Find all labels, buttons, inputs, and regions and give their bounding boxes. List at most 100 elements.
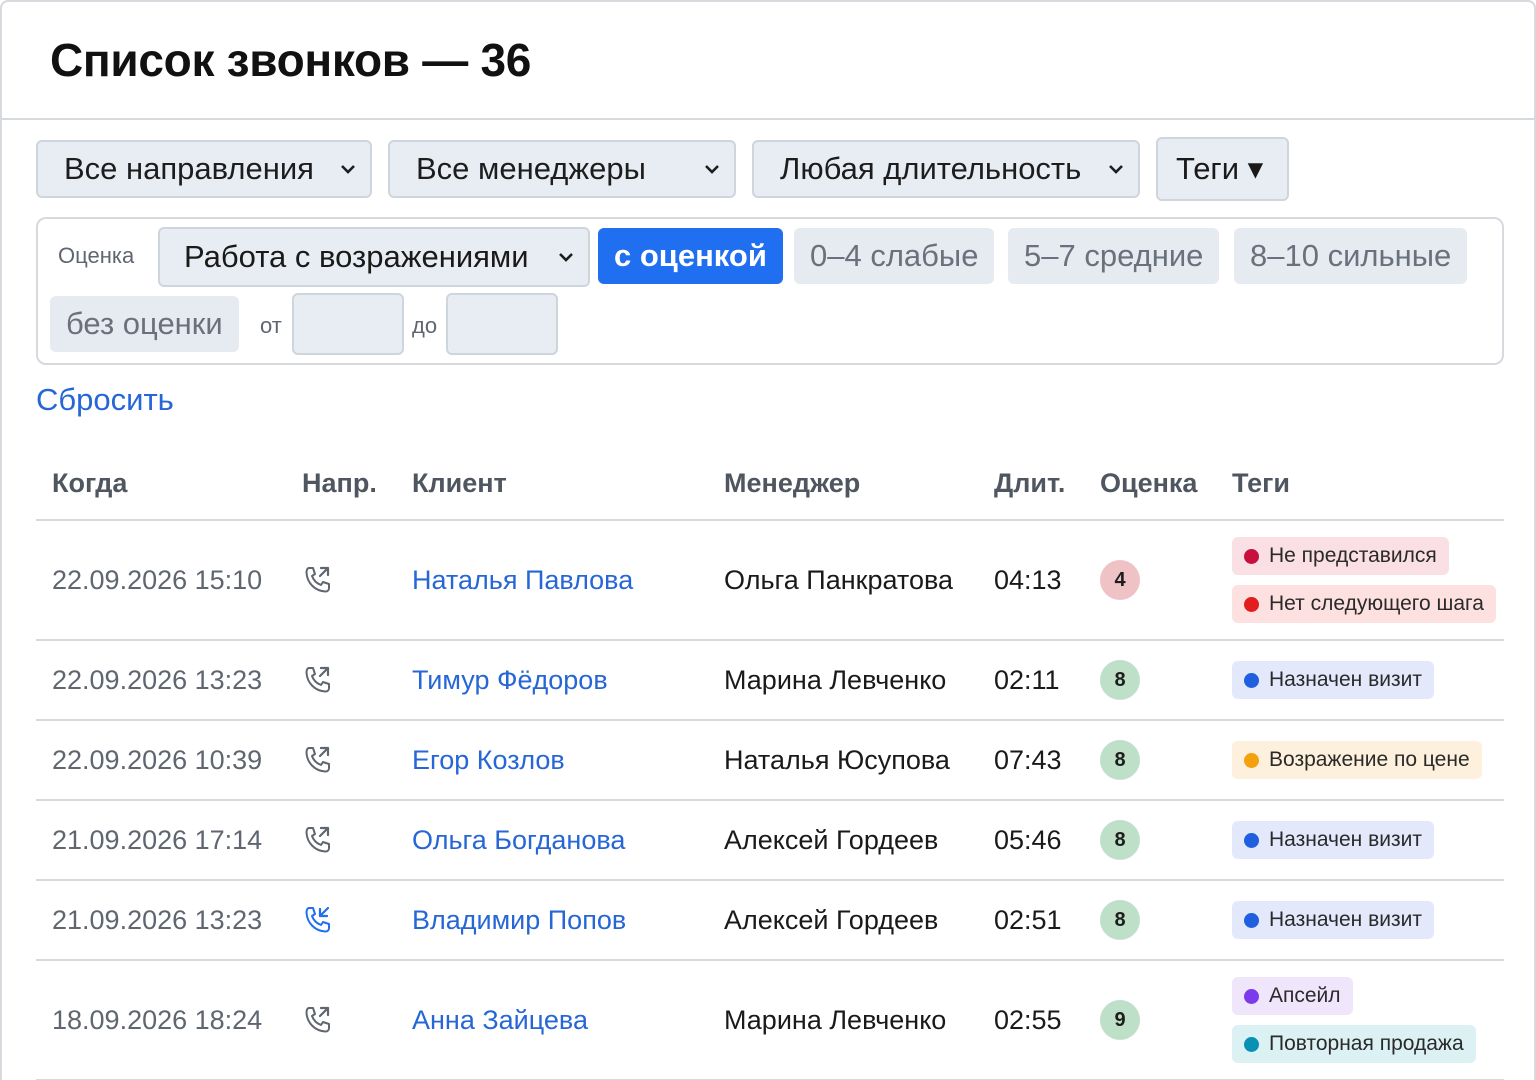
chip-with-score[interactable]: с оценкой [598, 228, 783, 284]
table-row[interactable]: 18.09.2026 18:24 Анна Зайцева Марина Левче… [36, 960, 1504, 1080]
range-from-label: от [260, 313, 282, 338]
call-time: 18.09.2026 18:24 [36, 960, 302, 1080]
call-tags: Назначен визит [1232, 800, 1504, 881]
tag-label: Повторная продажа [1269, 1032, 1464, 1055]
manager-select-value: Все менеджеры [416, 151, 646, 186]
col-when-header[interactable]: Когда [36, 448, 302, 521]
tag-label: Назначен визит [1269, 828, 1422, 851]
call-tags: Возражение по цене [1232, 720, 1504, 801]
manager-name: Алексей Гордеев [724, 880, 994, 961]
call-direction [302, 520, 412, 641]
col-manager-header[interactable]: Менеджер [724, 448, 994, 521]
col-score-header[interactable]: Оценка [1100, 448, 1232, 521]
tag-badge[interactable]: Апсейл [1232, 977, 1353, 1015]
tag-badge[interactable]: Повторная продажа [1232, 1025, 1476, 1063]
tag-badge[interactable]: Назначен визит [1232, 661, 1434, 699]
call-score: 8 [1100, 800, 1232, 881]
outgoing-call-icon [305, 1006, 330, 1033]
score-badge: 4 [1100, 560, 1140, 600]
tag-label: Апсейл [1269, 984, 1341, 1007]
reset-link[interactable]: Сбросить [36, 382, 174, 418]
call-direction [302, 880, 412, 961]
tag-label: Нет следующего шага [1269, 592, 1484, 615]
client-link[interactable]: Егор Козлов [412, 720, 724, 801]
call-score: 9 [1100, 960, 1232, 1080]
tag-badge[interactable]: Назначен визит [1232, 901, 1434, 939]
col-direction-header[interactable]: Напр. [302, 448, 412, 521]
call-direction [302, 640, 412, 721]
score-to-input[interactable] [446, 293, 558, 355]
tags-filter-button[interactable]: Теги ▾ [1156, 137, 1290, 201]
call-duration: 07:43 [994, 720, 1100, 801]
manager-name: Наталья Юсупова [724, 720, 994, 801]
tag-dot-icon [1244, 548, 1259, 564]
table-row[interactable]: 21.09.2026 17:14 Ольга Богданова Алексей Г… [36, 800, 1504, 881]
filter-bar: Все направления Все менеджеры Любая длит… [36, 137, 1290, 201]
tag-dot-icon [1244, 832, 1259, 848]
range-to-label: до [412, 313, 438, 338]
score-filter-panel: Оценка Работа с возражениями с оценкой 0… [36, 217, 1504, 365]
outgoing-call-icon [305, 826, 330, 853]
page-title: Список звонков — 36 [50, 34, 532, 86]
tag-label: Назначен визит [1269, 908, 1422, 931]
chevron-down-icon [1109, 165, 1123, 174]
table-row[interactable]: 22.09.2026 13:23 Тимур Фёдоров Марина Левч… [36, 640, 1504, 721]
call-time: 22.09.2026 10:39 [36, 720, 302, 801]
calls-table-body: 22.09.2026 15:10 Наталья Павлова Ольга Пан… [36, 520, 1504, 1080]
client-link[interactable]: Тимур Фёдоров [412, 640, 724, 721]
score-badge: 8 [1100, 820, 1140, 860]
tag-badge[interactable]: Возражение по цене [1232, 741, 1482, 779]
client-link[interactable]: Владимир Попов [412, 880, 724, 961]
col-client-header[interactable]: Клиент [412, 448, 724, 521]
col-tags-header[interactable]: Теги [1232, 448, 1504, 521]
table-row[interactable]: 22.09.2026 15:10 Наталья Павлова Ольга Пан… [36, 520, 1504, 641]
tag-badge[interactable]: Нет следующего шага [1232, 585, 1496, 623]
tag-dot-icon [1244, 596, 1259, 612]
call-tags: Не представился Нет следующего шага [1232, 520, 1504, 641]
client-link[interactable]: Наталья Павлова [412, 520, 724, 641]
outgoing-call-icon [305, 566, 330, 593]
manager-name: Марина Левченко [724, 960, 994, 1080]
call-score: 8 [1100, 880, 1232, 961]
call-duration: 02:55 [994, 960, 1100, 1080]
page-header: Список звонков — 36 [2, 2, 1534, 120]
tags-filter-label: Теги ▾ [1176, 151, 1264, 186]
client-link[interactable]: Анна Зайцева [412, 960, 724, 1080]
tag-badge[interactable]: Не представился [1232, 537, 1449, 575]
client-link[interactable]: Ольга Богданова [412, 800, 724, 881]
score-criterion-value: Работа с возражениями [184, 239, 529, 274]
tag-label: Не представился [1269, 544, 1437, 567]
chip-weak[interactable]: 0–4 слабые [794, 228, 995, 284]
direction-select[interactable]: Все направления [36, 140, 372, 198]
tag-dot-icon [1244, 988, 1259, 1004]
call-duration: 05:46 [994, 800, 1100, 881]
table-header-row: Когда Напр. Клиент Менеджер Длит. Оценка… [36, 448, 1504, 521]
outgoing-call-icon [305, 666, 330, 693]
duration-select[interactable]: Любая длительность [752, 140, 1140, 198]
call-time: 22.09.2026 15:10 [36, 520, 302, 641]
tag-label: Возражение по цене [1269, 748, 1470, 771]
manager-name: Марина Левченко [724, 640, 994, 721]
score-from-input[interactable] [292, 293, 404, 355]
col-duration-header[interactable]: Длит. [994, 448, 1100, 521]
chip-medium[interactable]: 5–7 средние [1008, 228, 1220, 284]
incoming-call-icon [305, 906, 330, 933]
chevron-down-icon [559, 253, 573, 262]
manager-select[interactable]: Все менеджеры [388, 140, 736, 198]
call-score: 8 [1100, 640, 1232, 721]
call-tags: Назначен визит [1232, 880, 1504, 961]
score-filter-label: Оценка [58, 243, 135, 268]
table-row[interactable]: 21.09.2026 13:23 Владимир Попов Алексей Го… [36, 880, 1504, 961]
chip-no-score[interactable]: без оценки [50, 296, 239, 352]
call-direction [302, 960, 412, 1080]
call-time: 21.09.2026 17:14 [36, 800, 302, 881]
score-criterion-select[interactable]: Работа с возражениями [158, 227, 590, 287]
direction-select-value: Все направления [64, 151, 314, 186]
chip-strong[interactable]: 8–10 сильные [1234, 228, 1468, 284]
manager-name: Ольга Панкратова [724, 520, 994, 641]
tag-dot-icon [1244, 752, 1259, 768]
tag-badge[interactable]: Назначен визит [1232, 821, 1434, 859]
score-badge: 8 [1100, 900, 1140, 940]
tag-dot-icon [1244, 912, 1259, 928]
table-row[interactable]: 22.09.2026 10:39 Егор Козлов Наталья Юсупо… [36, 720, 1504, 801]
